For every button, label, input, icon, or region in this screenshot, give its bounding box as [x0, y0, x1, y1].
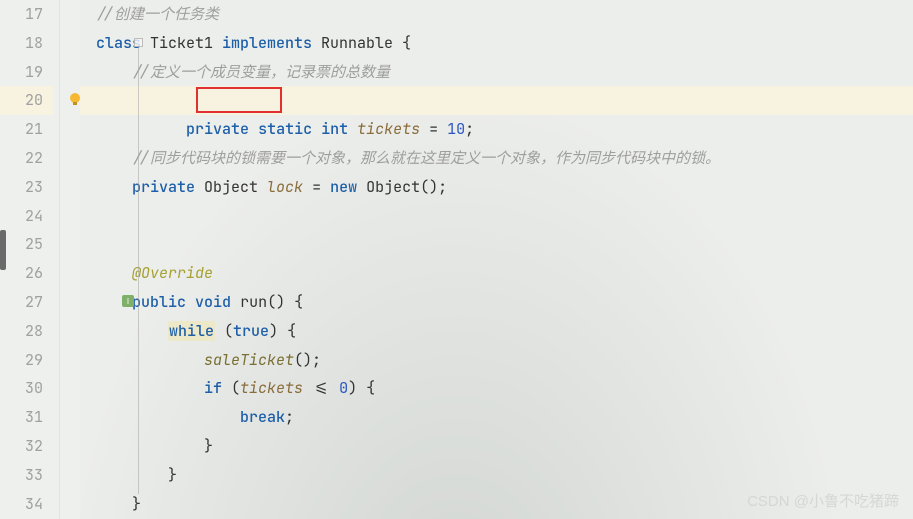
class-name: Ticket1 — [141, 33, 222, 53]
keyword: while — [168, 321, 215, 341]
fold-toggle-icon[interactable] — [134, 38, 143, 47]
code-line[interactable]: //创建一个任务类 — [86, 0, 913, 29]
text: (); — [294, 350, 321, 370]
variable: tickets — [240, 378, 303, 398]
brace: } — [204, 436, 213, 456]
line-number: 33 — [0, 461, 53, 490]
override-marker-icon[interactable]: I — [122, 295, 134, 307]
method-call: saleTicket — [204, 350, 294, 370]
line-number: 25 — [0, 230, 53, 259]
code-line[interactable]: } — [86, 461, 913, 490]
text: Object — [195, 177, 267, 197]
comment-text: //定义一个成员变量，记录票的总数量 — [132, 62, 390, 82]
code-line[interactable]: @Override — [86, 259, 913, 288]
brace: } — [132, 494, 141, 514]
method-name: run() { — [231, 292, 303, 312]
code-line[interactable]: if (tickets <= 0) { — [86, 374, 913, 403]
line-number: 18 — [0, 29, 53, 58]
keyword: private — [186, 119, 249, 139]
keyword: new — [330, 177, 357, 197]
code-line[interactable]: } — [86, 432, 913, 461]
code-line[interactable]: public void run() { — [86, 288, 913, 317]
text: ) { — [269, 321, 296, 341]
line-number: 26 — [0, 259, 53, 288]
text: ; — [285, 407, 294, 427]
text: Object(); — [357, 177, 447, 197]
operator: <= — [303, 378, 339, 398]
code-line[interactable]: //定义一个成员变量，记录票的总数量 — [86, 58, 913, 87]
text: ( — [215, 321, 233, 341]
line-number: 32 — [0, 432, 53, 461]
line-number: 24 — [0, 202, 53, 231]
line-number: 22 — [0, 144, 53, 173]
code-line[interactable]: private static int tickets = 10; — [86, 86, 913, 115]
code-line[interactable]: class Ticket1 implements Runnable { — [86, 29, 913, 58]
comment-text: //同步代码块的锁需要一个对象，那么就在这里定义一个对象，作为同步代码块中的锁。 — [132, 148, 720, 168]
gutter-icons: I — [60, 0, 80, 519]
keyword: int — [321, 119, 348, 139]
code-line[interactable]: break; — [86, 403, 913, 432]
keyword: private — [132, 177, 195, 197]
line-number: 34 — [0, 490, 53, 519]
keyword: break — [240, 407, 285, 427]
line-number: 30 — [0, 374, 53, 403]
text: ) { — [348, 378, 375, 398]
code-line[interactable]: saleTicket(); — [86, 346, 913, 375]
code-line[interactable] — [86, 202, 913, 231]
keyword: void — [195, 292, 231, 312]
variable: tickets — [357, 119, 420, 139]
code-line[interactable]: while (true) { — [86, 317, 913, 346]
annotation: @Override — [132, 263, 213, 283]
code-content[interactable]: //创建一个任务类 class Ticket1 implements Runna… — [80, 0, 913, 519]
line-number: 17 — [0, 0, 53, 29]
line-number-gutter: 17 18 19 20 21 22 23 24 25 26 27 28 29 3… — [0, 0, 60, 519]
number: 10 — [447, 119, 465, 139]
keyword: public — [132, 292, 186, 312]
line-number: 29 — [0, 346, 53, 375]
line-number: 28 — [0, 317, 53, 346]
text: Runnable { — [312, 33, 411, 53]
text: ; — [465, 119, 474, 139]
line-number: 23 — [0, 173, 53, 202]
line-number: 31 — [0, 403, 53, 432]
number: 0 — [339, 378, 348, 398]
line-number: 19 — [0, 58, 53, 87]
scrollbar-thumb[interactable] — [0, 230, 6, 270]
code-line[interactable]: private Object lock = new Object(); — [86, 173, 913, 202]
keyword: if — [204, 378, 222, 398]
text: = — [303, 177, 330, 197]
highlight-box — [196, 87, 282, 113]
brace: } — [168, 465, 177, 485]
keyword: static — [258, 119, 312, 139]
code-line[interactable] — [86, 230, 913, 259]
line-number: 21 — [0, 115, 53, 144]
text: ( — [222, 378, 240, 398]
code-line[interactable]: } — [86, 490, 913, 519]
keyword: implements — [222, 33, 312, 53]
comment-text: //创建一个任务类 — [96, 4, 219, 24]
code-editor[interactable]: 17 18 19 20 21 22 23 24 25 26 27 28 29 3… — [0, 0, 913, 519]
code-line[interactable]: //同步代码块的锁需要一个对象，那么就在这里定义一个对象，作为同步代码块中的锁。 — [86, 144, 913, 173]
line-number: 27 — [0, 288, 53, 317]
lightbulb-icon[interactable] — [68, 92, 82, 106]
text: = — [420, 119, 447, 139]
keyword: true — [233, 321, 269, 341]
svg-text:I: I — [127, 297, 129, 306]
variable: lock — [267, 177, 303, 197]
line-number: 20 — [0, 86, 53, 115]
